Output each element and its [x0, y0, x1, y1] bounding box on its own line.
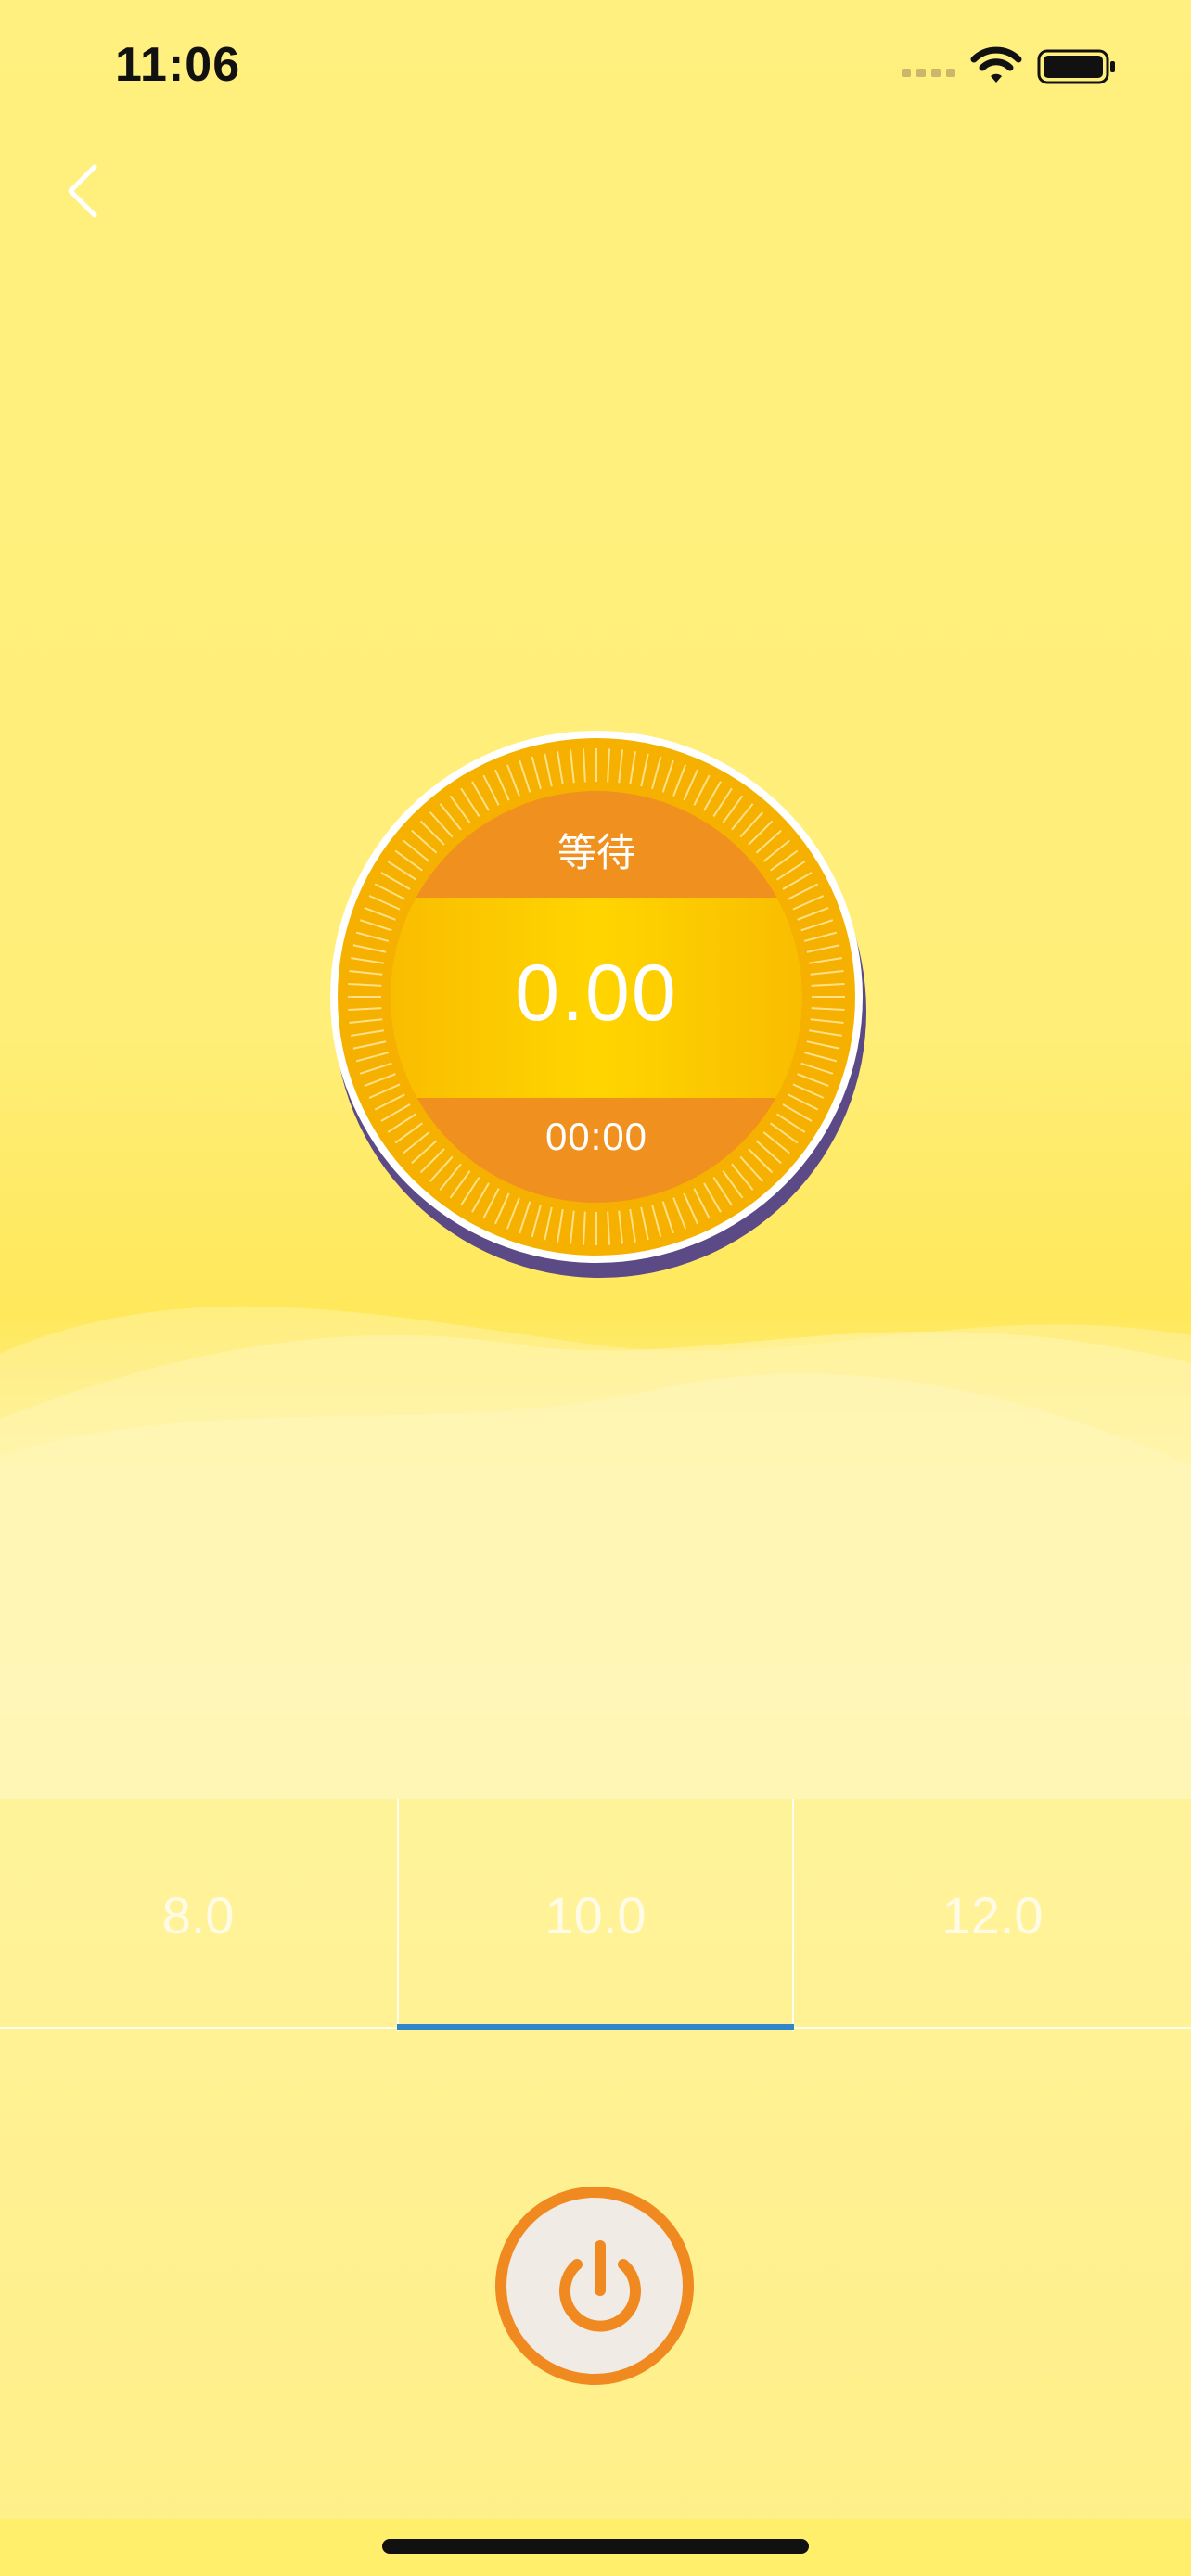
chevron-left-icon [68, 164, 97, 218]
selected-tab-indicator [397, 2024, 794, 2030]
power-button[interactable] [495, 2187, 694, 2385]
dial-value: 0.00 [515, 949, 678, 1038]
dial-timer: 00:00 [544, 1115, 648, 1158]
signal-icon [902, 69, 955, 77]
dial-status-label: 等待 [557, 831, 635, 874]
speed-tabs: 8.0 10.0 12.0 [0, 1799, 1191, 2031]
speed-dial: 等待 0.00 00:00 [330, 731, 866, 1278]
background-waves [0, 1306, 1191, 1799]
status-time: 11:06 [115, 38, 241, 92]
home-indicator[interactable] [382, 2539, 809, 2554]
wifi-icon [970, 46, 1022, 83]
tab-12-0[interactable]: 12.0 [794, 1799, 1191, 2031]
back-button[interactable] [52, 154, 117, 228]
tab-10-0[interactable]: 10.0 [397, 1799, 794, 2031]
screen: 11:06 等待 0.00 00:00 8.0 10.0 12.0 [0, 0, 1191, 2576]
battery-icon [1037, 49, 1115, 84]
power-icon [559, 2240, 641, 2332]
tab-8-0[interactable]: 8.0 [0, 1799, 396, 2031]
status-bar: 11:06 [0, 0, 1191, 130]
